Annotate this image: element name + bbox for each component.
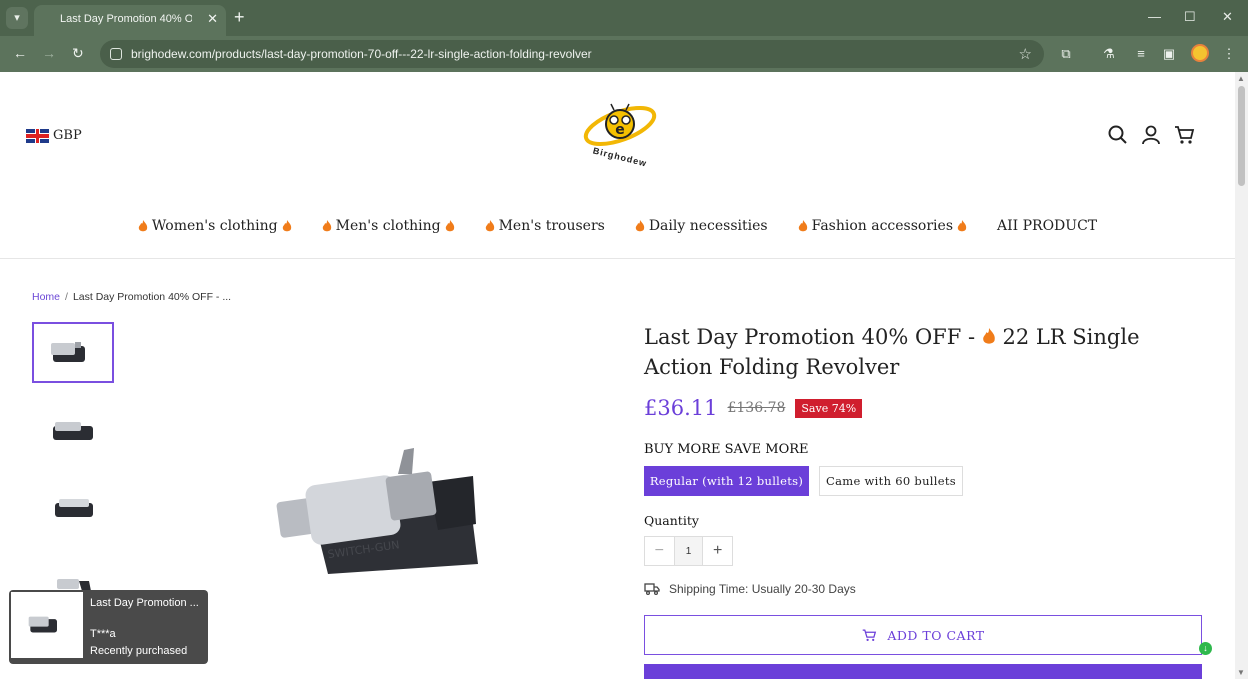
shipping-text: Shipping Time: Usually 20-30 Days: [669, 582, 856, 596]
currency-selector[interactable]: GBP: [26, 128, 82, 143]
account-icon[interactable]: [1140, 124, 1162, 146]
nav-item-label: Men's trousers: [498, 218, 605, 234]
main-navigation: Women's clothing Men's clothing Men's tr…: [0, 218, 1235, 234]
flame-icon: [445, 219, 454, 231]
variant-option-60-bullets[interactable]: Came with 60 bullets: [819, 466, 963, 496]
product-thumbnail[interactable]: [32, 400, 114, 461]
flame-icon: [282, 219, 291, 231]
breadcrumb-current: Last Day Promotion 40% OFF - ...: [72, 291, 232, 303]
popup-title: Last Day Promotion ...: [90, 597, 199, 609]
product-title: Last Day Promotion 40% OFF - 22 LR Singl…: [644, 322, 1204, 382]
web-page: GBP e Birghodew Women's clothing Men's c…: [0, 72, 1235, 679]
add-to-cart-button[interactable]: ADD TO CART: [644, 615, 1202, 655]
scroll-down-icon[interactable]: ▼: [1237, 668, 1245, 677]
nav-item-label: Fashion accessories: [811, 218, 953, 234]
flame-icon: [485, 219, 494, 231]
scroll-thumb[interactable]: [1238, 86, 1245, 186]
tab-close-icon[interactable]: ✕: [207, 11, 218, 27]
shipping-info: Shipping Time: Usually 20-30 Days: [644, 582, 856, 596]
flame-icon: [957, 219, 967, 231]
nav-item-all-product[interactable]: AII PRODUCT: [997, 218, 1097, 234]
browser-tab[interactable]: Last Day Promotion 40% OFF ✕: [34, 5, 226, 36]
search-icon[interactable]: [1107, 124, 1129, 146]
nav-item-label: Men's clothing: [335, 218, 441, 234]
product-thumbnail[interactable]: [32, 477, 114, 538]
tab-search-button[interactable]: ▾: [6, 7, 28, 29]
breadcrumb-separator: /: [65, 291, 68, 303]
cart-icon: [863, 629, 877, 642]
nav-item-mens-trousers[interactable]: Men's trousers: [485, 218, 605, 234]
compare-price: £136.78: [727, 400, 786, 416]
revolver-thumbnail-image: [55, 498, 93, 517]
browser-tab-bar: ▾ Last Day Promotion 40% OFF ✕ + — ☐ ✕: [0, 0, 1248, 36]
popup-status: Recently purchased: [90, 645, 188, 657]
cart-icon[interactable]: [1173, 124, 1195, 146]
currency-label: GBP: [53, 128, 82, 143]
revolver-thumbnail-image: [51, 341, 85, 362]
close-window-button[interactable]: ✕: [1222, 9, 1233, 25]
revolver-thumbnail-image: [53, 421, 93, 440]
recent-purchase-popup[interactable]: Last Day Promotion ... T***a Recently pu…: [9, 590, 208, 664]
flame-icon: [635, 219, 645, 231]
flame-icon: [982, 328, 995, 344]
minimize-button[interactable]: —: [1148, 9, 1161, 24]
nav-item-label: Women's clothing: [151, 218, 278, 234]
nav-item-daily-necessities[interactable]: Daily necessities: [635, 218, 768, 234]
address-bar[interactable]: brighodew.com/products/last-day-promotio…: [100, 40, 1044, 68]
nav-item-label: AII PRODUCT: [997, 218, 1098, 234]
quantity-input[interactable]: 1: [673, 537, 704, 565]
buy-now-button[interactable]: [644, 664, 1202, 679]
save-badge: Save 74%: [795, 398, 863, 418]
side-panel-icon[interactable]: ▣: [1161, 46, 1177, 62]
download-badge-icon[interactable]: ↓: [1199, 642, 1212, 655]
product-main-image[interactable]: SWITCH-GUN: [268, 394, 484, 584]
extensions-icon[interactable]: ⧉: [1058, 46, 1074, 62]
truck-icon: [644, 583, 660, 595]
variant-label: BUY MORE SAVE MORE: [644, 442, 809, 457]
breadcrumb: Home / Last Day Promotion 40% OFF - ...: [32, 291, 231, 303]
flame-icon: [322, 219, 331, 231]
new-tab-button[interactable]: +: [234, 7, 245, 27]
uk-flag-icon: [26, 128, 49, 143]
nav-item-fashion-accessories[interactable]: Fashion accessories: [798, 218, 967, 234]
svg-text:e: e: [615, 122, 625, 138]
back-icon[interactable]: ←: [13, 45, 27, 61]
breadcrumb-home-link[interactable]: Home: [32, 291, 60, 303]
flame-icon: [798, 219, 807, 231]
revolver-thumbnail-image: [28, 616, 57, 633]
menu-kebab-icon[interactable]: ⋮: [1221, 46, 1237, 62]
quantity-label: Quantity: [644, 513, 699, 528]
reload-icon[interactable]: ↻: [72, 45, 84, 62]
page-scrollbar[interactable]: ▲ ▼: [1235, 72, 1248, 679]
quantity-stepper: − 1 +: [644, 536, 733, 566]
nav-item-mens-clothing[interactable]: Men's clothing: [322, 218, 455, 234]
quantity-plus-button[interactable]: +: [703, 537, 732, 565]
sale-price: £36.11: [644, 396, 718, 420]
forward-icon[interactable]: →: [42, 45, 56, 61]
nav-item-womens-clothing[interactable]: Women's clothing: [138, 218, 292, 234]
labs-flask-icon[interactable]: ⚗: [1101, 46, 1117, 62]
product-title-text: Last Day Promotion 40% OFF -: [644, 325, 982, 349]
maximize-button[interactable]: ☐: [1184, 9, 1196, 25]
reading-list-icon[interactable]: ≡: [1133, 46, 1149, 62]
site-logo[interactable]: e Birghodew: [580, 102, 660, 169]
price-row: £36.11 £136.78 Save 74%: [644, 396, 863, 420]
product-thumbnail[interactable]: [32, 322, 114, 383]
variant-option-regular[interactable]: Regular (with 12 bullets): [644, 466, 809, 496]
nav-divider: [0, 258, 1235, 259]
tab-title: Last Day Promotion 40% OFF: [60, 13, 192, 25]
bookmark-star-icon[interactable]: ☆: [1019, 45, 1032, 63]
profile-avatar[interactable]: [1191, 44, 1209, 62]
url-text[interactable]: brighodew.com/products/last-day-promotio…: [131, 47, 592, 61]
site-info-icon[interactable]: [110, 48, 122, 60]
flame-icon: [138, 219, 148, 231]
browser-toolbar: ← → ↻ brighodew.com/products/last-day-pr…: [0, 36, 1248, 72]
quantity-minus-button[interactable]: −: [645, 537, 674, 565]
nav-item-label: Daily necessities: [648, 218, 768, 234]
popup-product-image: [11, 592, 83, 658]
add-to-cart-label: ADD TO CART: [887, 627, 985, 643]
scroll-up-icon[interactable]: ▲: [1237, 74, 1245, 83]
popup-buyer-name: T***a: [90, 628, 116, 640]
